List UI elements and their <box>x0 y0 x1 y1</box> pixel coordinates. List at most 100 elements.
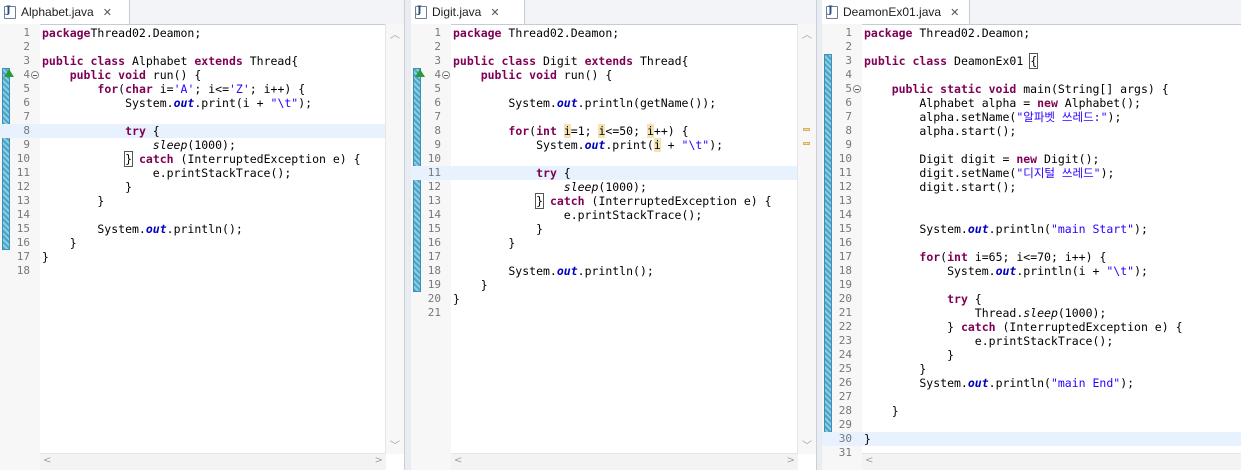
code-text[interactable]: e.printStackTrace(); <box>864 334 1113 348</box>
code-text[interactable]: } <box>42 236 77 250</box>
code-line[interactable]: 6 Alphabet alpha = new Alphabet(); <box>822 96 1241 110</box>
code-line[interactable]: 6 System.out.print(i + "\t"); <box>0 96 404 110</box>
code-line[interactable]: 10 Digit digit = new Digit(); <box>822 152 1241 166</box>
code-line[interactable]: 6 System.out.println(getName()); <box>411 96 816 110</box>
code-text[interactable]: } <box>864 362 926 376</box>
code-line[interactable]: 22 } catch (InterruptedException e) { <box>822 320 1241 334</box>
code-line[interactable]: 2 <box>411 40 816 54</box>
code-text[interactable]: digit.setName("디지털 쓰레드"); <box>864 166 1114 180</box>
code-area[interactable]: 1 packageThread02.Deamon; 2 3 public class A… <box>0 24 404 470</box>
code-line[interactable]: 13 <box>822 194 1241 208</box>
code-text[interactable]: } <box>42 250 49 264</box>
code-line[interactable]: 16 } <box>411 236 816 250</box>
code-line[interactable]: 14 e.printStackTrace(); <box>411 208 816 222</box>
code-line[interactable]: 15 System.out.println("main Start"); <box>822 222 1241 236</box>
code-text[interactable]: public class DeamonEx01 { <box>864 53 1039 69</box>
code-line[interactable]: 28 } <box>822 404 1241 418</box>
code-text[interactable]: } <box>864 432 871 446</box>
code-line[interactable]: 30} <box>822 432 1241 446</box>
code-line[interactable]: 7 <box>0 110 404 124</box>
code-text[interactable]: } <box>453 222 543 236</box>
code-text[interactable]: System.out.println(); <box>453 264 653 278</box>
code-line[interactable]: 5 for(char i='A'; i<='Z'; i++) { <box>0 82 404 96</box>
editor-deamonex01[interactable]: J DeamonEx01.java ✕ 1 package Thread02.De… <box>822 0 1241 470</box>
code-text[interactable]: Digit digit = new Digit(); <box>864 152 1099 166</box>
code-line[interactable]: 10 } catch (InterruptedException e) { <box>0 151 404 167</box>
code-text[interactable]: System.out.print(i + "\t"); <box>42 96 312 110</box>
code-text[interactable]: e.printStackTrace(); <box>42 166 291 180</box>
code-text[interactable]: try { <box>453 166 571 180</box>
code-line[interactable]: 1 package Thread02.Deamon; <box>822 26 1241 40</box>
code-text[interactable]: packageThread02.Deamon; <box>42 26 201 40</box>
tab-alphabet-java[interactable]: J Alphabet.java ✕ <box>0 0 130 24</box>
code-line[interactable]: 14 <box>822 208 1241 222</box>
code-text[interactable]: for(char i='A'; i<='Z'; i++) { <box>42 82 305 96</box>
code-line[interactable]: 19 <box>822 278 1241 292</box>
code-line[interactable]: 9 <box>822 138 1241 152</box>
code-text[interactable]: System.out.println("main Start"); <box>864 222 1148 236</box>
code-line[interactable]: 29 <box>822 418 1241 432</box>
code-text[interactable]: try { <box>42 124 160 138</box>
code-line[interactable]: 23 e.printStackTrace(); <box>822 334 1241 348</box>
code-text[interactable]: for(int i=1; i<=50; i++) { <box>453 124 689 138</box>
scroll-up-icon[interactable]: ︿ <box>390 26 400 41</box>
code-line[interactable]: 1 package Thread02.Deamon; <box>411 26 816 40</box>
code-text[interactable]: public static void main(String[] args) { <box>864 82 1169 96</box>
code-text[interactable]: public class Alphabet extends Thread{ <box>42 54 298 68</box>
vertical-scrollbar[interactable]: ︿ ﹀ <box>385 24 404 454</box>
scroll-left-icon[interactable]: < <box>43 455 51 466</box>
code-text[interactable]: digit.start(); <box>864 180 1016 194</box>
code-line[interactable]: 7 <box>411 110 816 124</box>
code-line[interactable]: 16 } <box>0 236 404 250</box>
code-line[interactable]: 21 Thread.sleep(1000); <box>822 306 1241 320</box>
code-line[interactable]: 10 <box>411 152 816 166</box>
scroll-left-icon[interactable]: < <box>454 455 462 466</box>
scroll-right-icon[interactable]: > <box>787 455 795 466</box>
close-icon[interactable]: ✕ <box>490 6 499 19</box>
code-line[interactable]: 17 for(int i=65; i<=70; i++) { <box>822 250 1241 264</box>
editor-digit[interactable]: J Digit.java ✕ 1 package Thread02.Deamon;… <box>411 0 817 470</box>
code-line[interactable]: 25 } <box>822 362 1241 376</box>
code-line[interactable]: 17} <box>0 250 404 264</box>
code-text[interactable]: public void run() { <box>42 68 202 82</box>
code-line[interactable]: 15 System.out.println(); <box>0 222 404 236</box>
code-line[interactable]: 2 <box>822 40 1241 54</box>
code-line[interactable]: 12 sleep(1000); <box>411 180 816 194</box>
code-text[interactable]: e.printStackTrace(); <box>453 208 702 222</box>
code-text[interactable]: System.out.println(i + "\t"); <box>864 264 1148 278</box>
tab-deamonex01-java[interactable]: J DeamonEx01.java ✕ <box>822 0 970 24</box>
code-line[interactable]: 20} <box>411 292 816 306</box>
code-line[interactable]: 3 public class Alphabet extends Thread{ <box>0 54 404 68</box>
code-line[interactable]: 4 <box>822 68 1241 82</box>
code-text[interactable]: try { <box>864 292 982 306</box>
scroll-up-icon[interactable]: ︿ <box>802 26 812 41</box>
code-line[interactable]: 18 System.out.println(); <box>411 264 816 278</box>
tab-digit-java[interactable]: J Digit.java ✕ <box>411 0 525 24</box>
code-text[interactable]: } <box>453 292 460 306</box>
code-line[interactable]: 11 e.printStackTrace(); <box>0 166 404 180</box>
code-line[interactable]: 4 public void run() { <box>411 68 816 82</box>
code-text[interactable]: alpha.start(); <box>864 124 1016 138</box>
code-line[interactable]: 24 } <box>822 348 1241 362</box>
code-line[interactable]: 2 <box>0 40 404 54</box>
code-text[interactable]: } <box>453 278 488 292</box>
occurrence-marker[interactable] <box>803 142 810 145</box>
code-text[interactable]: System.out.println("main End"); <box>864 376 1134 390</box>
code-line[interactable]: 3 public class DeamonEx01 { <box>822 53 1241 69</box>
code-text[interactable]: package Thread02.Deamon; <box>864 26 1030 40</box>
editor-alphabet[interactable]: J Alphabet.java ✕ 1 packageThread02.Deamo… <box>0 0 405 470</box>
code-line[interactable]: 15 } <box>411 222 816 236</box>
code-line[interactable]: 26 System.out.println("main End"); <box>822 376 1241 390</box>
code-text[interactable]: alpha.setName("알파벳 쓰레드:"); <box>864 110 1121 124</box>
horizontal-scrollbar[interactable]: < > <box>451 453 798 470</box>
code-text[interactable]: sleep(1000); <box>453 180 647 194</box>
code-line[interactable]: 8 try { <box>0 124 404 138</box>
code-area[interactable]: 1 package Thread02.Deamon; 2 3 public class … <box>411 24 816 470</box>
code-text[interactable]: } <box>453 236 515 250</box>
code-line[interactable]: 1 packageThread02.Deamon; <box>0 26 404 40</box>
code-line[interactable]: 5 <box>411 82 816 96</box>
horizontal-scrollbar[interactable]: < <box>862 453 1241 470</box>
code-line[interactable]: 19 } <box>411 278 816 292</box>
code-text[interactable]: package Thread02.Deamon; <box>453 26 619 40</box>
code-area[interactable]: 1 package Thread02.Deamon; 2 3 public class … <box>822 24 1241 470</box>
